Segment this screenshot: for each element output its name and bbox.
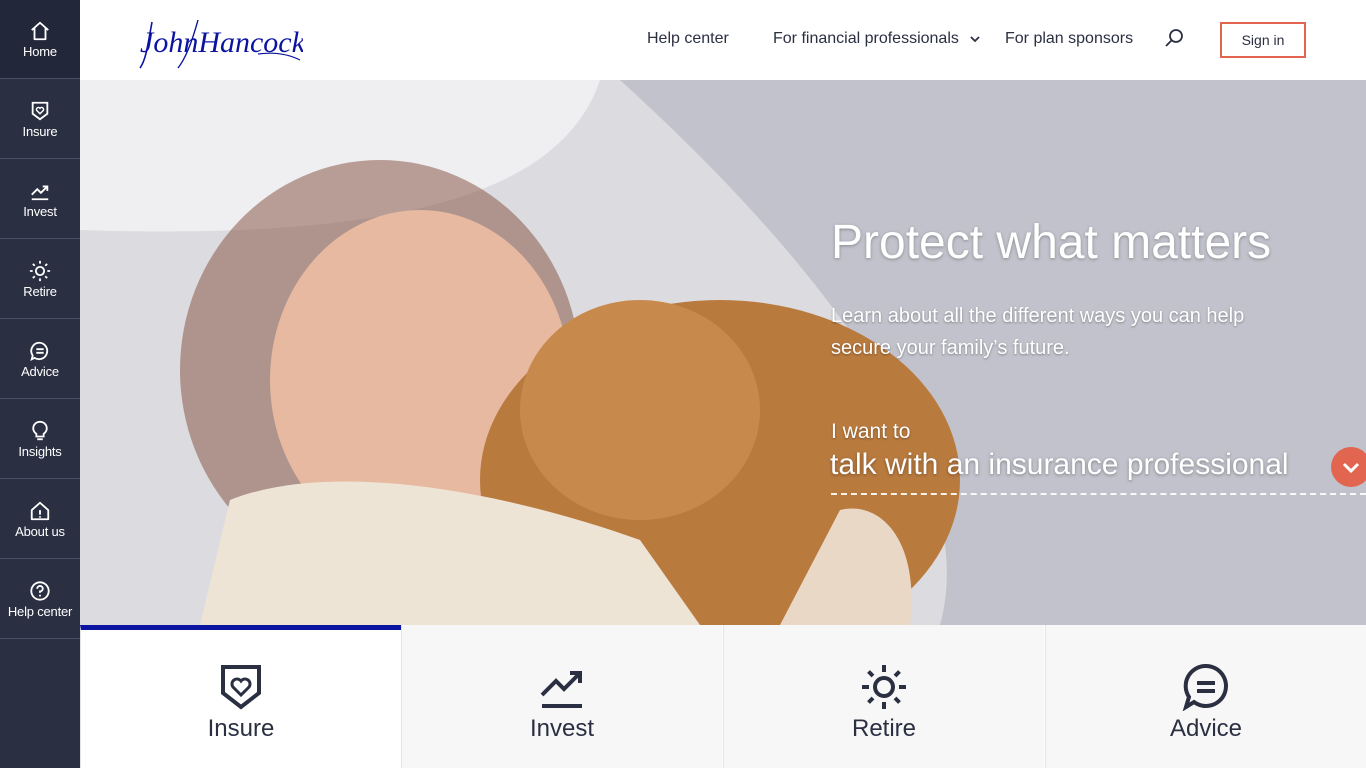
tab-advice[interactable]: Advice <box>1045 625 1366 768</box>
tab-label: Insure <box>207 715 275 742</box>
sidebar-item-insure[interactable]: Insure <box>0 80 80 159</box>
chat-icon <box>1182 663 1228 711</box>
question-icon <box>30 581 50 601</box>
sidebar-item-home[interactable]: Home <box>0 0 80 79</box>
sidebar-item-retire[interactable]: Retire <box>0 240 80 319</box>
sun-icon <box>29 260 51 282</box>
chat-icon <box>30 341 49 361</box>
chevron-down-icon <box>1342 462 1360 474</box>
tab-retire[interactable]: Retire <box>723 625 1044 768</box>
hero-subtitle: Learn about all the different ways you c… <box>831 305 1245 359</box>
search-icon[interactable] <box>1163 27 1185 49</box>
top-header: JohnHancock Help center For financial pr… <box>80 0 1366 81</box>
sidebar-item-label: Insights <box>18 444 62 459</box>
sidebar-item-help-center[interactable]: Help center <box>0 560 80 639</box>
sidebar-item-advice[interactable]: Advice <box>0 320 80 399</box>
trending-up-icon <box>31 185 49 201</box>
dropdown-underline <box>831 493 1366 495</box>
lightbulb-icon <box>32 420 48 441</box>
dropdown-toggle-button[interactable] <box>1331 447 1366 487</box>
sidebar-item-label: Invest <box>23 204 57 219</box>
sun-icon <box>862 665 906 709</box>
trending-up-icon <box>540 671 582 708</box>
home-icon <box>31 21 49 41</box>
sidebar-item-label: Retire <box>23 284 57 299</box>
tab-label: Advice <box>1169 715 1243 742</box>
i-want-to-dropdown[interactable]: talk with an insurance professional <box>830 448 1289 482</box>
tab-label: Retire <box>851 715 917 742</box>
tab-insure[interactable]: Insure <box>80 625 401 768</box>
sidebar-item-label: Home <box>23 44 57 59</box>
sidebar-item-label: Advice <box>21 364 59 379</box>
nav-help-center[interactable]: Help center <box>647 30 729 48</box>
shield-heart-icon <box>31 101 49 121</box>
house-info-icon <box>30 501 50 521</box>
sidebar-item-about-us[interactable]: About us <box>0 480 80 559</box>
category-tabs: Insure Invest Retire Advice <box>80 625 1366 768</box>
sign-in-button[interactable]: Sign in <box>1220 22 1306 58</box>
sidebar-item-insights[interactable]: Insights <box>0 400 80 479</box>
nav-financial-professionals[interactable]: For financial professionals <box>773 30 959 48</box>
sidebar-item-label: Help center <box>7 604 73 619</box>
i-want-to-label: I want to <box>831 420 911 443</box>
hero-banner: Protect what matters Learn about all the… <box>80 80 1366 625</box>
sidebar: Home Insure Invest Retire Advice Insight… <box>0 0 80 768</box>
hero-title: Protect what matters <box>831 216 1272 269</box>
sidebar-item-label: About us <box>15 524 65 539</box>
nav-plan-sponsors[interactable]: For plan sponsors <box>1005 30 1133 48</box>
tab-invest[interactable]: Invest <box>401 625 722 768</box>
chevron-down-icon[interactable] <box>968 32 982 46</box>
tab-label: Invest <box>529 715 595 742</box>
shield-heart-icon <box>221 665 261 710</box>
sidebar-item-label: Insure <box>22 124 58 139</box>
john-hancock-logo[interactable]: JohnHancock <box>138 14 303 72</box>
sidebar-item-invest[interactable]: Invest <box>0 160 80 239</box>
